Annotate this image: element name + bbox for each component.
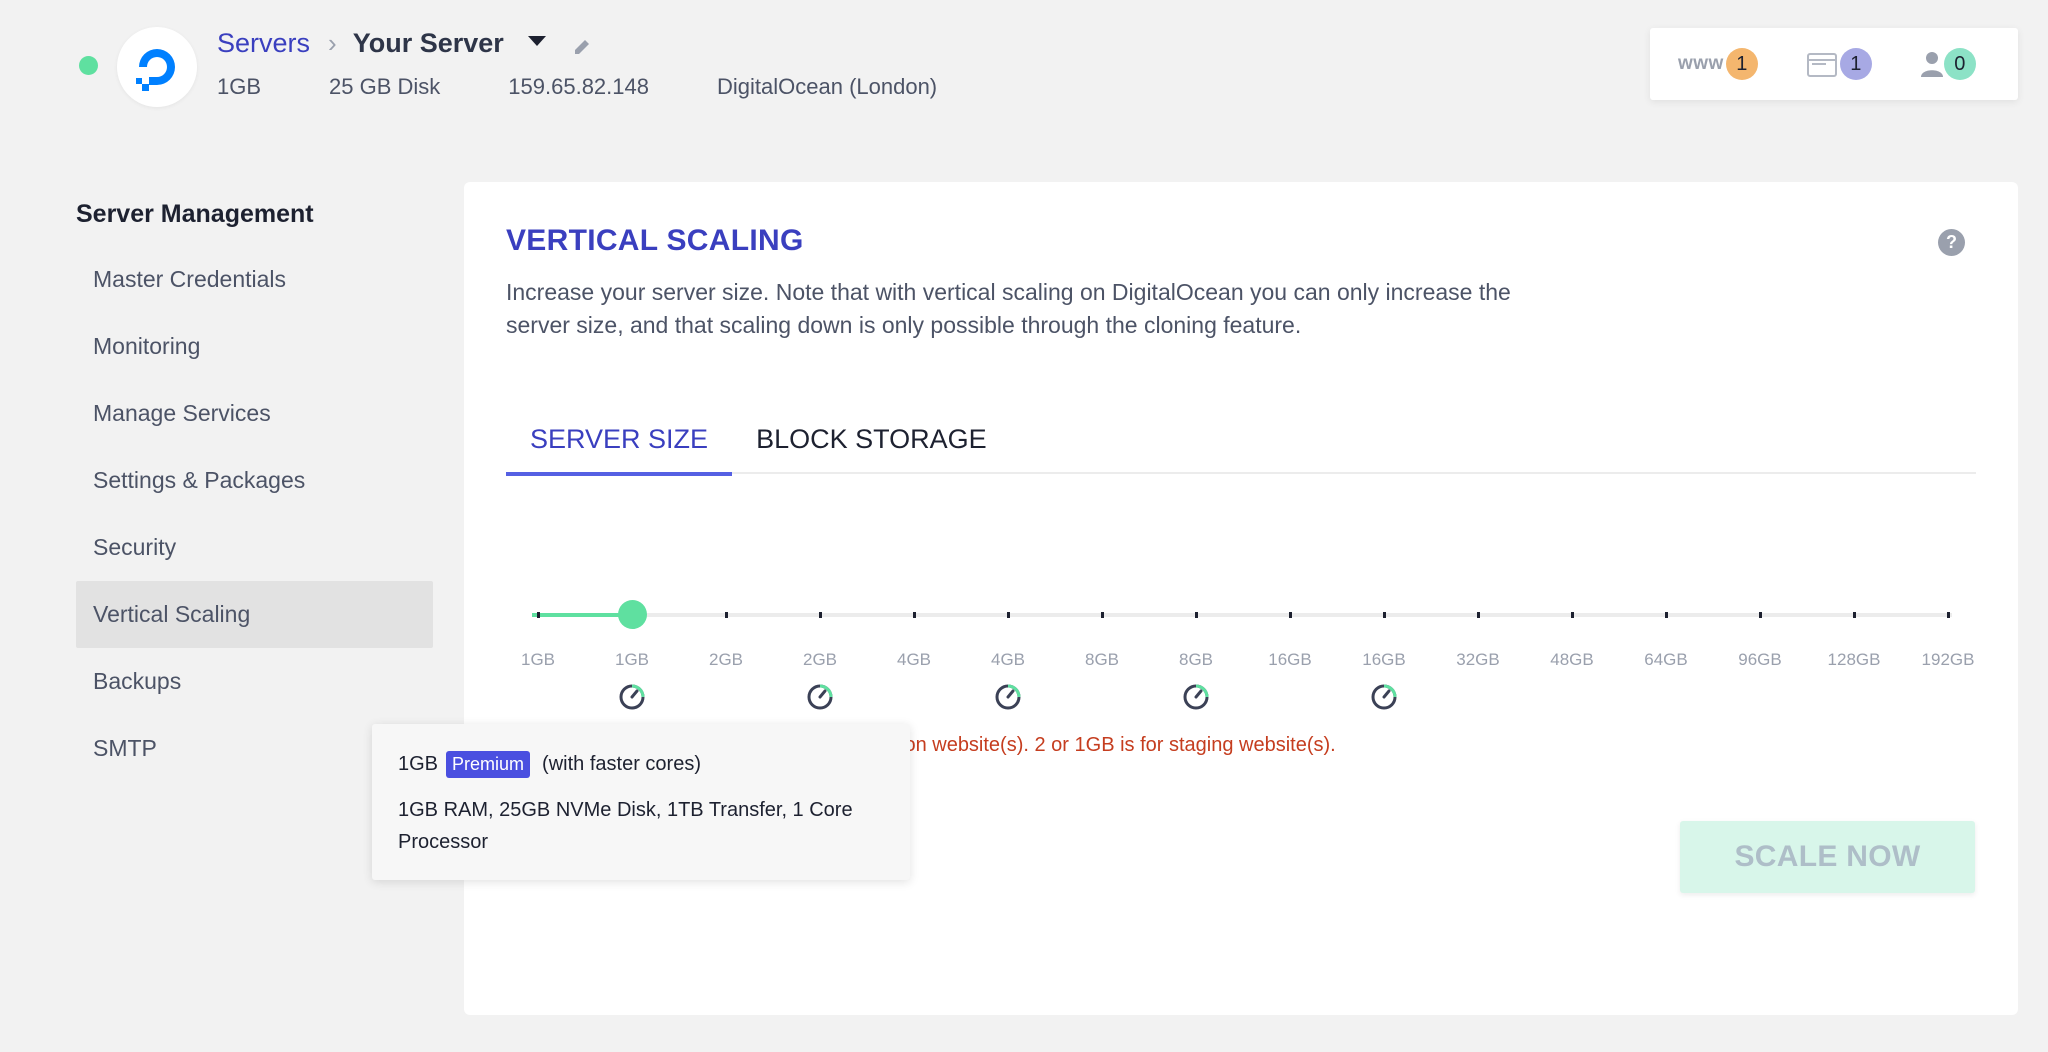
- slider-tick-label: 2GB: [802, 650, 838, 669]
- slider-track: [532, 613, 1952, 617]
- slider-tick-label: 4GB: [896, 650, 932, 669]
- sidebar-title: Server Management: [76, 200, 314, 228]
- scale-now-button[interactable]: SCALE NOW: [1680, 821, 1975, 893]
- digitalocean-logo-icon: [117, 27, 197, 107]
- slider-tick[interactable]: [1759, 612, 1762, 618]
- slider-tick-label: 64GB: [1644, 650, 1688, 669]
- slider-tick-label: 8GB: [1084, 650, 1120, 669]
- folders-counter[interactable]: 1: [1806, 48, 1872, 80]
- www-icon: www: [1678, 53, 1724, 74]
- slider-tick-label: 48GB: [1550, 650, 1594, 669]
- scaling-tabs: SERVER SIZE BLOCK STORAGE: [506, 424, 1976, 476]
- slider-tick[interactable]: [725, 612, 728, 618]
- slider-tick[interactable]: [1289, 612, 1292, 618]
- server-disk: 25 GB Disk: [329, 74, 441, 99]
- server-counters: www 1 1 0: [1650, 28, 2018, 100]
- sidebar-item-master-credentials[interactable]: Master Credentials: [76, 246, 433, 313]
- caret-down-icon[interactable]: [527, 35, 546, 46]
- warning-message: ion website(s). 2 or 1GB is for staging …: [900, 734, 1336, 756]
- slider-tick-label: 1GB: [520, 650, 556, 669]
- page-title: VERTICAL SCALING: [506, 224, 804, 257]
- slider-tick[interactable]: [1383, 612, 1386, 618]
- users-counter[interactable]: 0: [1920, 48, 1976, 80]
- sidebar-item-settings-packages[interactable]: Settings & Packages: [76, 447, 433, 514]
- slider-tick-label: 2GB: [708, 650, 744, 669]
- breadcrumb: Servers › Your Server: [217, 28, 592, 59]
- chevron-right-icon: ›: [328, 28, 337, 58]
- premium-speed-icon: [1371, 684, 1397, 710]
- tooltip-specs: 1GB RAM, 25GB NVMe Disk, 1TB Transfer, 1…: [398, 799, 853, 853]
- slider-tick[interactable]: [1947, 612, 1950, 618]
- server-location: DigitalOcean (London): [717, 74, 938, 99]
- sidebar-item-security[interactable]: Security: [76, 514, 433, 581]
- slider-tick[interactable]: [913, 612, 916, 618]
- slider-tick[interactable]: [1195, 612, 1198, 618]
- slider-tick-label: 128GB: [1827, 650, 1881, 669]
- sidebar-item-vertical-scaling[interactable]: Vertical Scaling: [76, 581, 433, 648]
- premium-badge: Premium: [446, 751, 531, 778]
- pencil-icon[interactable]: [572, 37, 592, 57]
- slider-tick[interactable]: [819, 612, 822, 618]
- slider-tick[interactable]: [1477, 612, 1480, 618]
- premium-speed-icon: [807, 684, 833, 710]
- slider-tick-label: 1GB: [614, 650, 650, 669]
- tooltip-header: 1GB Premium (with faster cores): [398, 751, 884, 778]
- sidebar-nav: Master Credentials Monitoring Manage Ser…: [76, 246, 433, 782]
- server-status-dot: [79, 56, 98, 75]
- slider-tick-label: 96GB: [1738, 650, 1782, 669]
- slider-tick[interactable]: [1571, 612, 1574, 618]
- users-count-badge: 0: [1943, 48, 1976, 80]
- size-tooltip: 1GB Premium (with faster cores) 1GB RAM,…: [372, 724, 910, 880]
- server-ram: 1GB: [217, 74, 262, 99]
- tab-block-storage[interactable]: BLOCK STORAGE: [732, 424, 1011, 474]
- sidebar-item-backups[interactable]: Backups: [76, 648, 433, 715]
- slider-tick-label: 8GB: [1178, 650, 1214, 669]
- slider-tick-label: 4GB: [990, 650, 1026, 669]
- slider-tick[interactable]: [1853, 612, 1856, 618]
- premium-speed-icon: [1183, 684, 1209, 710]
- premium-speed-icon: [995, 684, 1021, 710]
- slider-tick-label: 16GB: [1268, 650, 1312, 669]
- slider-tick[interactable]: [537, 612, 540, 618]
- sidebar-item-manage-services[interactable]: Manage Services: [76, 380, 433, 447]
- page-description: Increase your server size. Note that wit…: [506, 279, 1511, 338]
- folders-count-badge: 1: [1839, 48, 1872, 80]
- websites-count-badge: 1: [1725, 48, 1758, 80]
- server-size-slider[interactable]: [532, 600, 1952, 629]
- folder-icon: [1806, 53, 1837, 77]
- server-name: Your Server: [352, 28, 504, 58]
- server-meta: 1GB 25 GB Disk 159.65.82.148 DigitalOcea…: [217, 74, 1005, 100]
- server-ip: 159.65.82.148: [508, 74, 649, 99]
- slider-thumb[interactable]: [618, 600, 647, 629]
- slider-fill: [532, 613, 632, 617]
- websites-counter[interactable]: www 1: [1678, 48, 1758, 80]
- help-icon[interactable]: ?: [1938, 229, 1965, 256]
- sidebar-item-monitoring[interactable]: Monitoring: [76, 313, 433, 380]
- slider-tick[interactable]: [1665, 612, 1668, 618]
- slider-tick-label: 192GB: [1921, 650, 1975, 669]
- slider-tick-label: 16GB: [1362, 650, 1406, 669]
- tooltip-size: 1GB: [398, 753, 439, 775]
- tab-server-size[interactable]: SERVER SIZE: [506, 424, 733, 476]
- premium-speed-icon: [619, 684, 645, 710]
- user-icon: [1920, 52, 1943, 77]
- slider-tick-label: 32GB: [1456, 650, 1500, 669]
- slider-tick[interactable]: [1101, 612, 1104, 618]
- tooltip-note: (with faster cores): [542, 753, 701, 775]
- breadcrumb-servers-link[interactable]: Servers: [217, 28, 310, 59]
- slider-tick[interactable]: [1007, 612, 1010, 618]
